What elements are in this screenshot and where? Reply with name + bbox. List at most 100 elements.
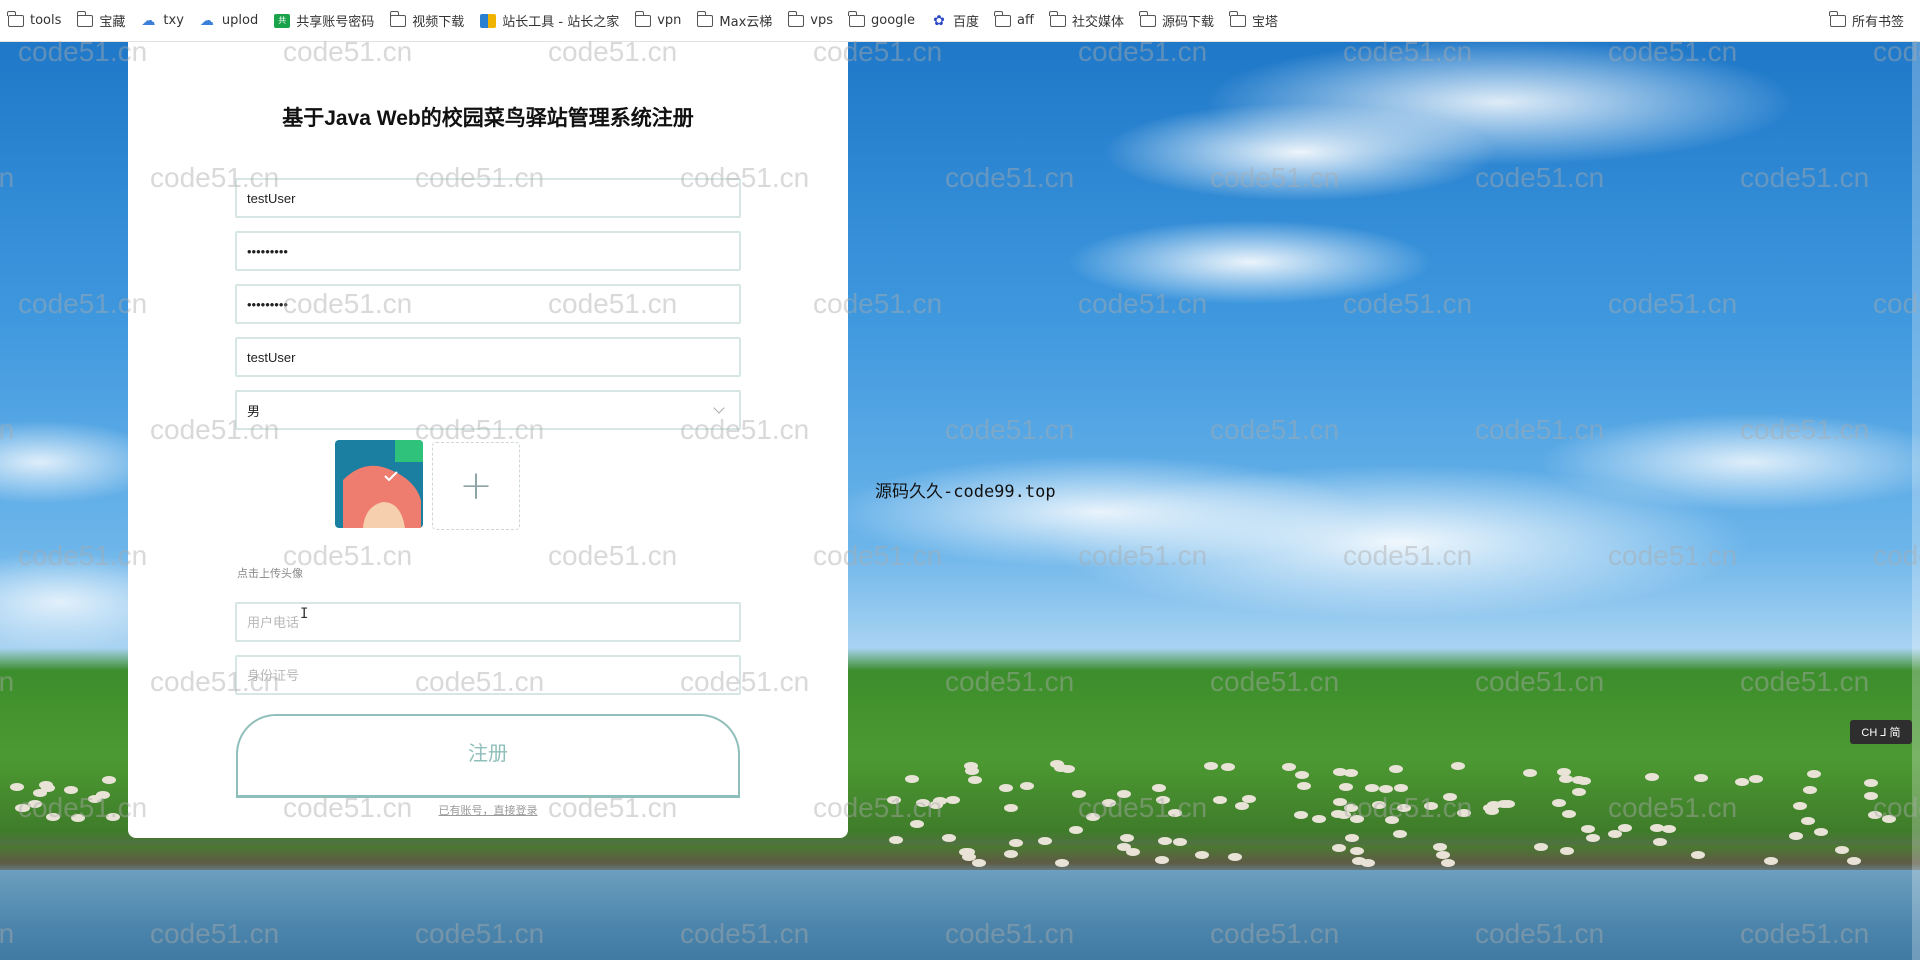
tool-icon: [480, 13, 497, 28]
sheep: [1561, 809, 1576, 818]
phone-input[interactable]: [235, 602, 741, 642]
idcard-input[interactable]: [235, 655, 741, 695]
folder-icon: [7, 10, 24, 27]
name-input[interactable]: [235, 337, 741, 377]
sheep: [1086, 812, 1101, 821]
bookmark-label: 宝塔: [1252, 15, 1279, 30]
sheep: [70, 813, 85, 822]
sheep: [1003, 849, 1018, 858]
sheep: [1333, 767, 1348, 776]
bookmark-label: vps: [810, 13, 833, 28]
sheep: [1364, 783, 1379, 792]
sheep: [1155, 795, 1170, 804]
bookmark-item[interactable]: 站长工具 - 站长之家: [480, 7, 619, 35]
upload-hint: 点击上传头像: [237, 567, 303, 580]
sheep: [1220, 762, 1235, 771]
background-water: [0, 870, 1920, 960]
avatar-preview[interactable]: [335, 440, 423, 528]
bookmark-label: aff: [1017, 13, 1034, 28]
bookmark-item[interactable]: 源码下载: [1139, 7, 1215, 35]
sheep: [1735, 777, 1750, 786]
register-card: 基于Java Web的校园菜鸟驿站管理系统注册 男 + 点击上传头像 I 注册 …: [128, 42, 848, 838]
folder-icon: [76, 10, 94, 27]
register-button[interactable]: 注册: [236, 714, 740, 798]
bookmark-item[interactable]: aff: [994, 7, 1034, 35]
bookmark-item[interactable]: Max云梯: [696, 7, 773, 35]
sheep: [916, 798, 931, 807]
cloud-icon: ☁: [199, 12, 214, 29]
bookmark-label: 源码下载: [1162, 15, 1215, 30]
bookmarks-bar: tools 宝藏 ☁ txy ☁ uplod 共共享账号密码 视频下载 站长工具 - 站长之家 v…: [0, 0, 1920, 42]
chevron-down-icon: [713, 402, 725, 414]
bookmark-label: Max云梯: [719, 15, 773, 30]
bookmark-item[interactable]: 共共享账号密码: [274, 7, 374, 35]
upload-avatar-button[interactable]: +: [432, 442, 520, 530]
folder-icon: [1829, 10, 1846, 27]
sheep: [1581, 824, 1596, 833]
sheep: [1234, 801, 1249, 810]
sheep: [1117, 789, 1132, 798]
bookmark-item[interactable]: 宝塔: [1229, 7, 1279, 35]
bookmark-item[interactable]: 宝藏: [76, 7, 125, 35]
folder-icon: [1229, 10, 1247, 27]
sheep: [1800, 816, 1815, 825]
scrollbar[interactable]: [1912, 42, 1920, 960]
sheep: [16, 803, 31, 812]
sheep: [1360, 859, 1375, 868]
login-link[interactable]: 已有账号，直接登录: [128, 802, 848, 818]
sheep: [1792, 801, 1807, 810]
sheep: [1281, 763, 1296, 772]
sheep: [1116, 843, 1131, 852]
bookmark-label: 百度: [953, 15, 980, 30]
confirm-password-input[interactable]: [235, 284, 741, 324]
sheep: [1158, 836, 1173, 845]
bookmark-item[interactable]: ☁ txy: [141, 7, 183, 35]
share-icon: 共: [274, 13, 291, 28]
bookmark-item[interactable]: 社交媒体: [1049, 7, 1124, 35]
bookmark-item[interactable]: vpn: [634, 7, 681, 35]
bookmark-item[interactable]: google: [848, 7, 915, 35]
gender-select[interactable]: 男: [235, 390, 741, 430]
sheep: [1393, 783, 1408, 792]
sheep: [1332, 797, 1347, 806]
gender-select-value: 男: [247, 403, 261, 419]
sheep: [1344, 833, 1359, 842]
paw-icon: ✿: [933, 12, 945, 29]
sheep: [933, 796, 948, 805]
bookmark-label: 共享账号密码: [296, 15, 375, 30]
sheep: [1560, 846, 1575, 855]
sheep: [1227, 853, 1242, 862]
sheep: [1534, 842, 1549, 851]
sheep: [1213, 795, 1228, 804]
sheep: [1485, 806, 1500, 815]
bookmark-item[interactable]: tools: [7, 7, 61, 35]
sheep: [1748, 774, 1763, 783]
sheep: [1151, 783, 1166, 792]
bookmark-label: uplod: [221, 13, 259, 28]
sheep: [1522, 768, 1537, 777]
bookmark-item[interactable]: ☁ uplod: [200, 7, 258, 35]
sheep: [1294, 810, 1309, 819]
ime-indicator[interactable]: CH ⅃ 简: [1850, 720, 1912, 744]
password-input[interactable]: [235, 231, 741, 271]
bookmark-item[interactable]: 视频下载: [389, 7, 465, 35]
sheep: [1649, 824, 1664, 833]
sheep: [1813, 827, 1828, 836]
plus-icon: +: [459, 463, 493, 509]
username-input[interactable]: [235, 178, 741, 218]
folder-icon: [848, 10, 865, 27]
avatar-image: [335, 440, 423, 528]
page-title: 基于Java Web的校园菜鸟驿站管理系统注册: [282, 107, 694, 130]
bookmark-item[interactable]: vps: [787, 7, 833, 35]
sheep: [1069, 825, 1084, 834]
folder-icon: [1139, 10, 1156, 27]
sheep: [946, 795, 961, 804]
sheep: [1577, 776, 1592, 785]
bookmark-label: 视频下载: [412, 15, 465, 30]
all-bookmarks-button[interactable]: 所有书签: [1829, 7, 1904, 35]
bookmark-item[interactable]: ✿ 百度: [931, 7, 979, 35]
folder-icon: [696, 10, 714, 27]
sheep: [1331, 809, 1346, 818]
folder-icon: [389, 10, 407, 27]
sheep: [1154, 855, 1169, 864]
